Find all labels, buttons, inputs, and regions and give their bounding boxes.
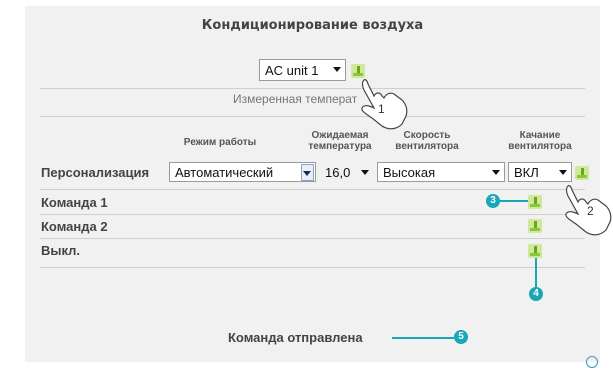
divider <box>40 214 585 215</box>
send-arrow-icon <box>528 244 542 258</box>
chevron-down-icon <box>333 67 341 72</box>
callout-5: 5 <box>454 330 468 344</box>
send-command-2-button[interactable] <box>528 219 542 233</box>
column-mode: Режим работы <box>170 137 270 148</box>
column-swing-line1: Качание <box>519 130 561 141</box>
callout-4-line <box>535 258 537 288</box>
mode-select[interactable]: Автоматический <box>169 162 316 182</box>
send-command-off-button[interactable] <box>528 244 542 258</box>
column-swing-line2: вентилятора <box>508 141 572 152</box>
command-2-label: Команда 2 <box>41 219 108 234</box>
measured-temperature-label: Измеренная температ <box>233 92 358 106</box>
fan-speed-select-value: Высокая <box>383 165 436 180</box>
temperature-select[interactable]: 16,0 <box>319 162 374 182</box>
column-expected-temp-line2: температура <box>308 141 372 152</box>
swing-select[interactable]: ВКЛ <box>508 162 572 182</box>
chevron-down-icon <box>361 170 369 175</box>
divider <box>40 116 585 117</box>
divider <box>40 189 585 190</box>
callout-2: 2 <box>587 204 594 218</box>
chevron-down-icon <box>303 171 311 176</box>
callout-3: 3 <box>486 194 500 208</box>
page-title: Кондиционирование воздуха <box>201 18 424 33</box>
mode-select-value: Автоматический <box>175 165 274 180</box>
column-fan-speed-line2: вентилятора <box>395 141 459 152</box>
fan-speed-select[interactable]: Высокая <box>377 162 505 182</box>
callout-4: 4 <box>529 287 543 301</box>
chevron-down-icon <box>492 170 500 175</box>
unit-select[interactable]: AC unit 1 <box>259 59 346 81</box>
hand-pointer-icon <box>565 185 612 236</box>
divider <box>40 267 585 268</box>
send-personalization-button[interactable] <box>575 166 589 180</box>
command-sent-status: Команда отправлена <box>228 330 363 345</box>
callout-3-line <box>500 200 528 202</box>
send-arrow-icon <box>575 166 589 180</box>
chevron-down-icon <box>559 170 567 175</box>
swing-select-value: ВКЛ <box>514 165 539 180</box>
unit-select-value: AC unit 1 <box>265 63 319 78</box>
personalization-label: Персонализация <box>41 165 150 180</box>
send-arrow-icon <box>528 219 542 233</box>
temperature-select-value: 16,0 <box>325 165 351 180</box>
send-command-1-button[interactable] <box>528 195 542 209</box>
divider <box>40 238 585 239</box>
command-off-label: Выкл. <box>41 243 81 258</box>
column-mode-label: Режим работы <box>183 137 257 148</box>
info-circle-icon <box>586 356 598 368</box>
command-1-label: Команда 1 <box>41 195 108 210</box>
send-arrow-icon <box>528 195 542 209</box>
callout-1: 1 <box>378 102 385 116</box>
callout-5-line <box>392 337 454 339</box>
mode-select-dropdown[interactable] <box>301 164 314 181</box>
column-swing: Качание вентилятора <box>500 130 580 152</box>
divider <box>40 88 585 89</box>
